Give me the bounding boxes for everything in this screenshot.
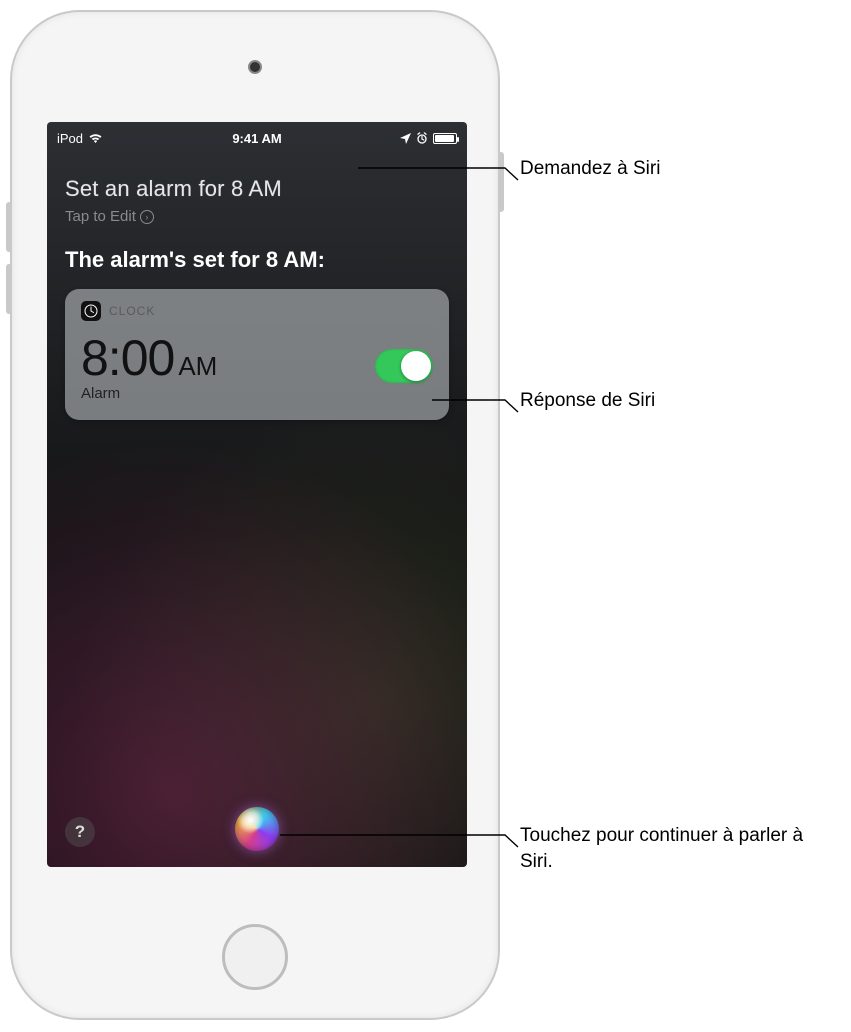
- callout-ask-siri: Demandez à Siri: [520, 156, 660, 182]
- callout-tap-continue: Touchez pour continuer à parler à Siri.: [520, 823, 830, 874]
- callout-siri-reply: Réponse de Siri: [520, 388, 655, 414]
